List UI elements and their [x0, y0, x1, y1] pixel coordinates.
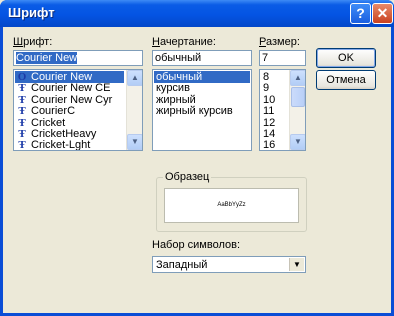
font-list-item[interactable]: Ŧ Courier New Cyr — [15, 94, 124, 106]
dialog-body: Шрифт: Courier New O Courier New Ŧ Courier … — [3, 27, 391, 313]
list-item-label: Courier New Cyr — [31, 93, 113, 106]
scroll-down-button[interactable]: ▼ — [290, 134, 305, 150]
style-list-item[interactable]: обычный — [154, 71, 250, 83]
truetype-icon: Ŧ — [18, 82, 26, 95]
size-list-item[interactable]: 8 — [261, 71, 287, 83]
size-input-value: 7 — [262, 52, 269, 64]
close-icon: ✕ — [376, 5, 389, 21]
list-item-label: 11 — [263, 105, 275, 118]
font-list[interactable]: O Courier New Ŧ Courier New CE Ŧ Courier New … — [13, 69, 143, 151]
size-list-item[interactable]: 16 — [261, 139, 287, 151]
opentype-icon: O — [17, 71, 27, 83]
font-label: Шрифт: — [13, 36, 53, 48]
style-list[interactable]: обычный курсив жирный жирный курсив — [152, 69, 252, 151]
window-title: Шрифт — [8, 5, 55, 20]
title-bar[interactable]: Шрифт ? ✕ — [0, 0, 394, 27]
scroll-thumb[interactable] — [291, 87, 305, 107]
truetype-icon: Ŧ — [18, 139, 26, 151]
size-list-item[interactable]: 14 — [261, 128, 287, 140]
scroll-up-icon: ▲ — [294, 73, 302, 82]
list-item-label: курсив — [156, 82, 190, 95]
size-list-item[interactable]: 12 — [261, 117, 287, 129]
sample-preview: AaBbYyZz — [164, 188, 299, 223]
font-list-item[interactable]: O Courier New — [15, 71, 124, 83]
chevron-down-icon[interactable]: ▼ — [289, 258, 304, 271]
font-input[interactable]: Courier New — [13, 50, 143, 66]
scroll-up-button[interactable]: ▲ — [290, 70, 305, 86]
list-item-label: CourierC — [31, 105, 76, 118]
truetype-icon: Ŧ — [18, 128, 26, 140]
font-list-scrollbar[interactable]: ▲ ▼ — [126, 70, 142, 150]
list-item-label: 14 — [263, 128, 276, 140]
font-list-item[interactable]: Ŧ Cricket — [15, 117, 124, 129]
style-list-item[interactable]: жирный — [154, 94, 250, 106]
size-list-scrollbar[interactable]: ▲ ▼ — [289, 70, 305, 150]
sample-title: Образец — [163, 171, 212, 183]
size-label: Размер: — [259, 36, 300, 48]
font-list-item[interactable]: Ŧ Cricket-Lght — [15, 139, 124, 151]
list-item-label: Courier New CE — [31, 82, 111, 95]
charset-select[interactable]: Западный ▼ — [152, 256, 306, 273]
charset-value: Западный — [156, 259, 208, 271]
list-item-label: жирный курсив — [156, 105, 233, 118]
size-list-item[interactable]: 9 — [261, 82, 287, 94]
font-dialog: Шрифт ? ✕ Шрифт: Courier New O Courier Ne… — [0, 0, 394, 316]
list-item-label: Courier New — [31, 71, 93, 83]
list-item-label: 8 — [263, 71, 270, 83]
list-item-label: Cricket-Lght — [31, 139, 91, 151]
sample-group: Образец AaBbYyZz — [156, 171, 307, 232]
style-list-item[interactable]: жирный курсив — [154, 105, 250, 117]
scroll-down-icon: ▼ — [294, 137, 302, 146]
list-item-label: 9 — [263, 82, 270, 95]
truetype-icon: Ŧ — [18, 93, 26, 106]
style-input[interactable]: обычный — [152, 50, 252, 66]
font-list-item[interactable]: Ŧ Courier New CE — [15, 82, 124, 94]
size-list-item[interactable]: 11 — [261, 105, 287, 117]
scroll-up-icon: ▲ — [131, 73, 139, 82]
scroll-down-icon: ▼ — [131, 137, 139, 146]
truetype-icon: Ŧ — [18, 116, 26, 129]
list-item-label: 10 — [263, 93, 276, 106]
truetype-icon: Ŧ — [18, 105, 26, 118]
list-item-label: 16 — [263, 139, 276, 151]
ok-button[interactable]: OK — [316, 48, 376, 68]
size-list-item[interactable]: 10 — [261, 94, 287, 106]
list-item-label: жирный — [156, 93, 196, 106]
help-icon: ? — [356, 5, 365, 21]
list-item-label: 12 — [263, 116, 276, 129]
list-item-label: CricketHeavy — [31, 128, 97, 140]
scroll-up-button[interactable]: ▲ — [127, 70, 142, 86]
style-list-item[interactable]: курсив — [154, 82, 250, 94]
style-label: Начертание: — [152, 36, 216, 48]
style-input-value: обычный — [155, 52, 202, 64]
help-button[interactable]: ? — [350, 3, 371, 24]
list-item-label: обычный — [156, 71, 203, 83]
font-list-item[interactable]: Ŧ CricketHeavy — [15, 128, 124, 140]
cancel-button[interactable]: Отмена — [316, 70, 376, 90]
list-item-label: Cricket — [31, 116, 66, 129]
size-input[interactable]: 7 — [259, 50, 306, 66]
close-button[interactable]: ✕ — [372, 3, 393, 24]
font-input-value: Courier New — [16, 52, 78, 64]
scroll-down-button[interactable]: ▼ — [127, 134, 142, 150]
font-list-item[interactable]: Ŧ CourierC — [15, 105, 124, 117]
size-list[interactable]: 8 9 10 11 12 14 16 ▲ ▼ — [259, 69, 306, 151]
charset-label: Набор символов: — [152, 239, 241, 251]
